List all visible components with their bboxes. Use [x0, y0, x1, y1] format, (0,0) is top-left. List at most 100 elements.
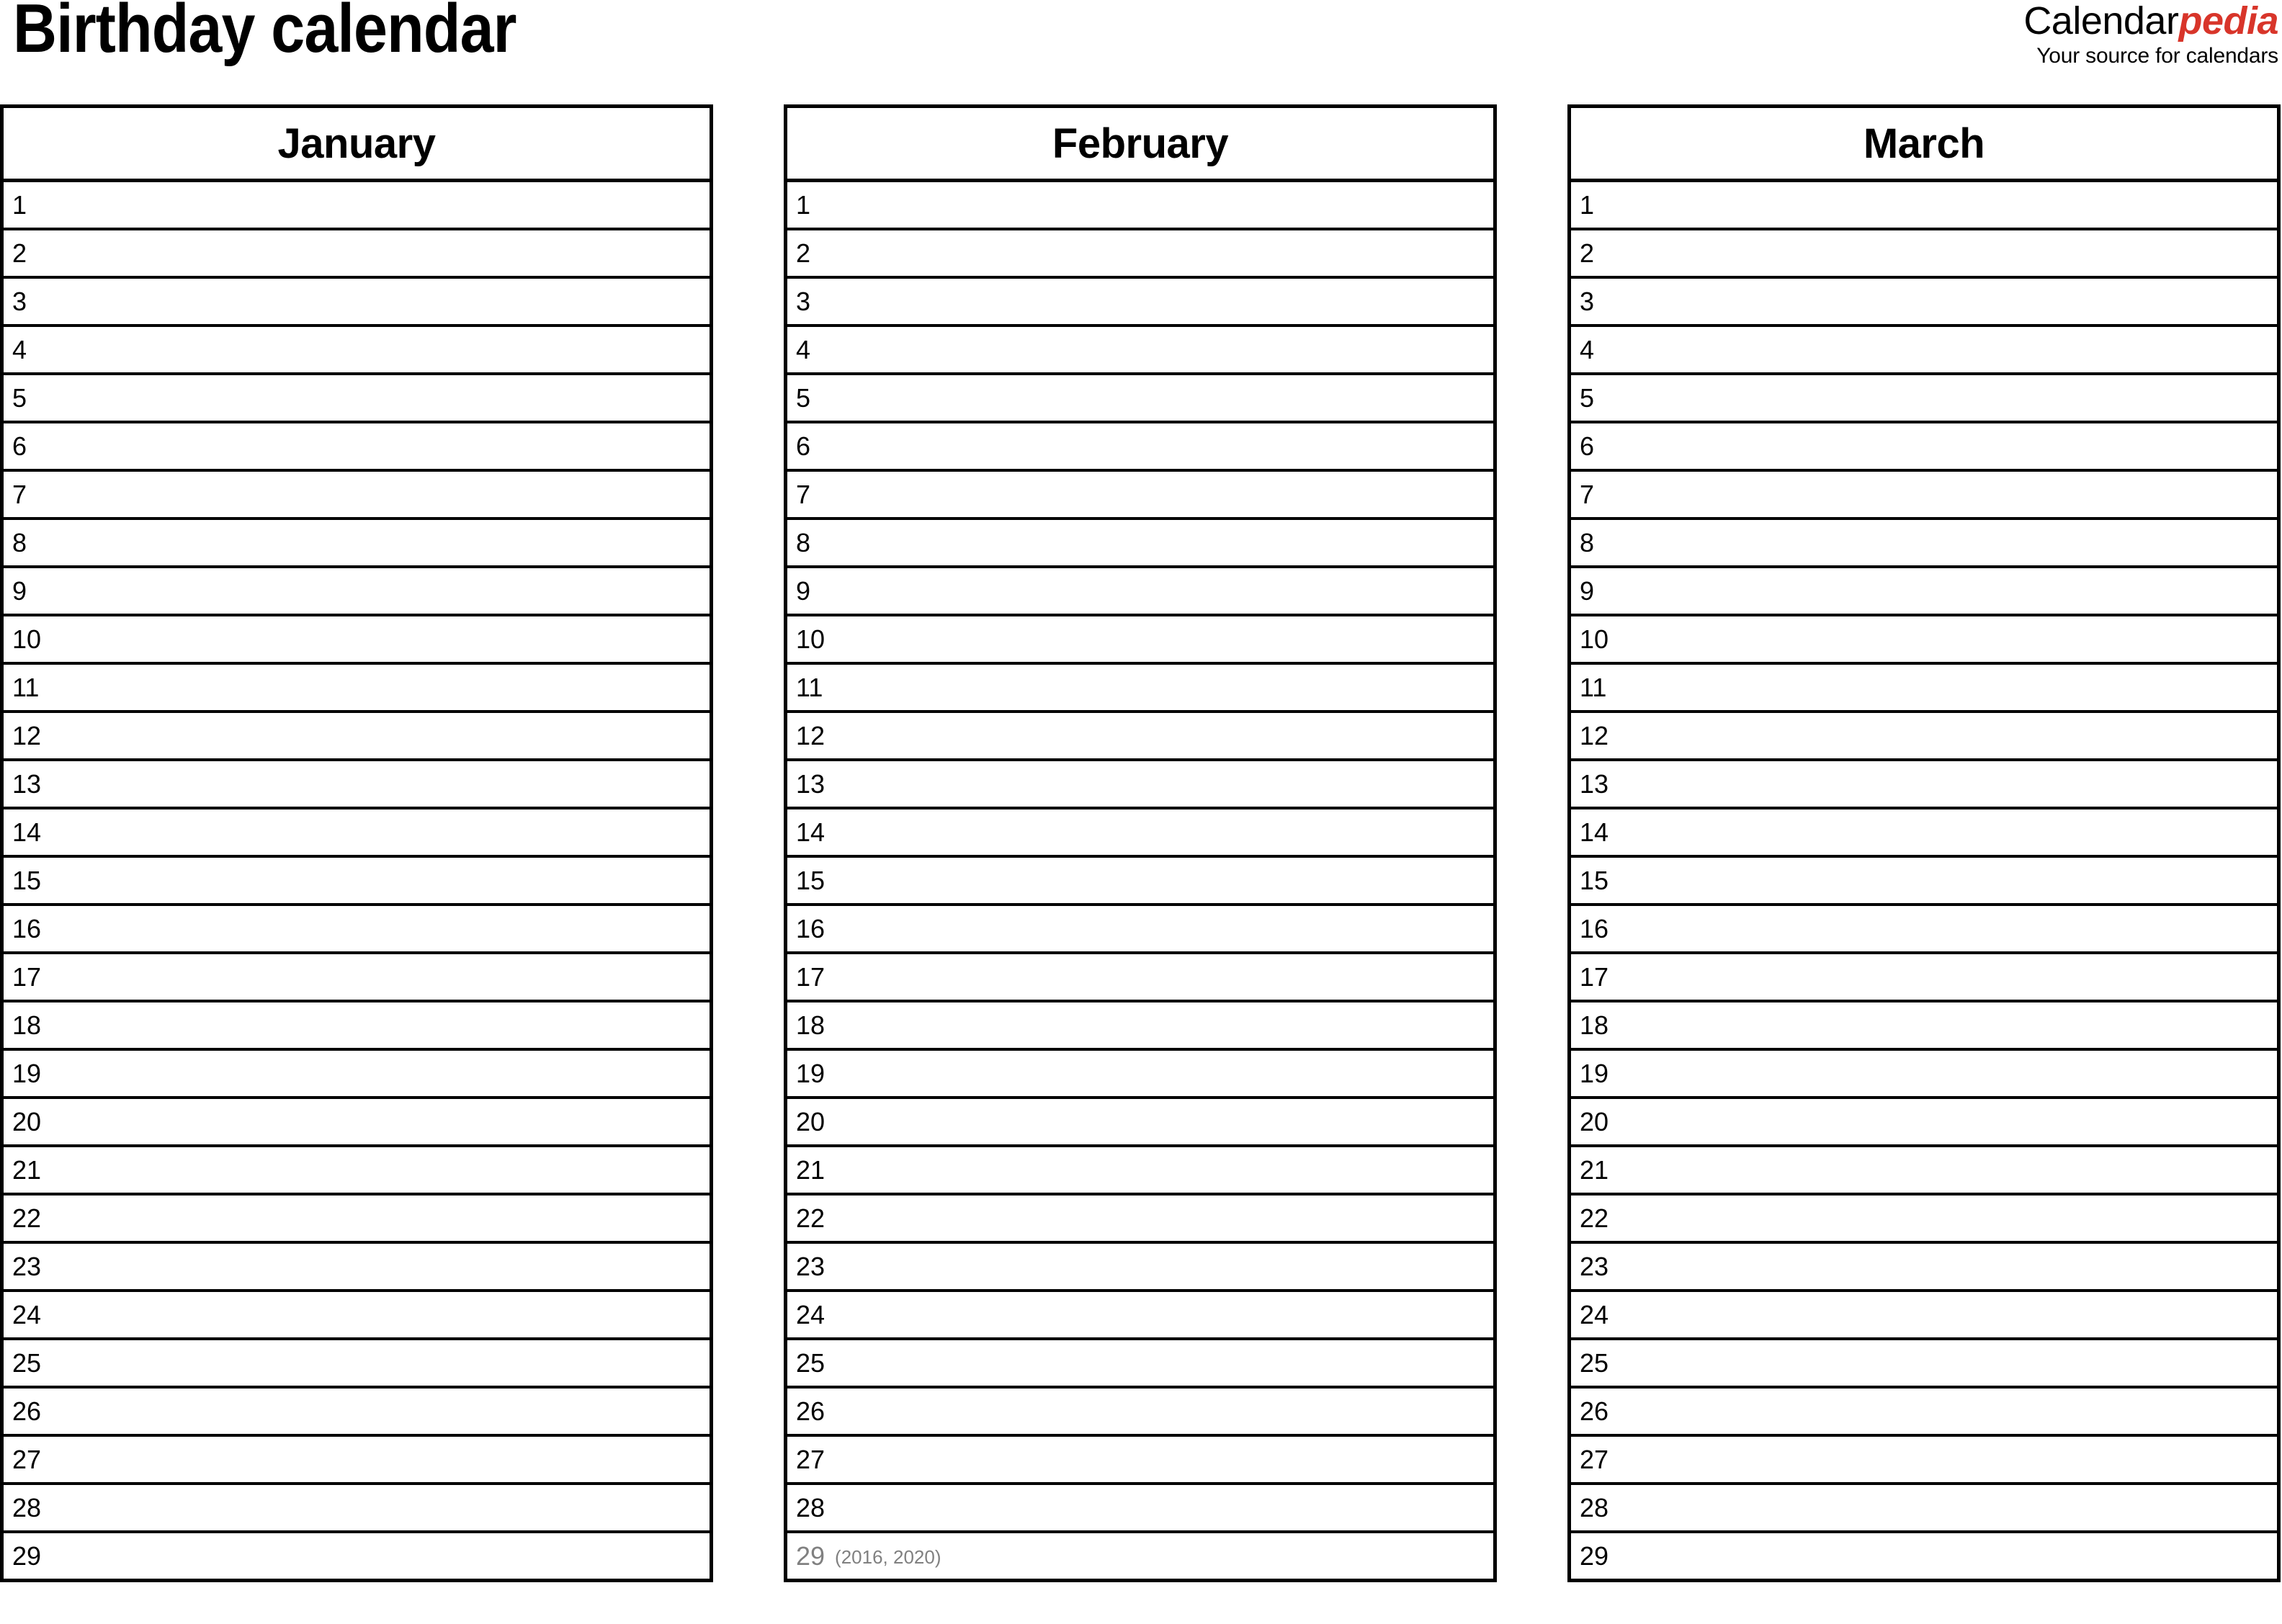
day-entry-cell[interactable]: 16 — [1, 905, 712, 954]
day-row[interactable]: 28 — [1, 1484, 712, 1533]
day-entry-cell[interactable]: 6 — [1, 422, 712, 472]
day-row[interactable]: 9 — [1569, 567, 2279, 616]
day-row[interactable]: 25 — [785, 1339, 1495, 1389]
day-entry-cell[interactable]: 15 — [1, 856, 712, 906]
day-entry-cell[interactable]: 4 — [1569, 326, 2279, 375]
day-row[interactable]: 7 — [785, 470, 1495, 520]
day-row[interactable]: 24 — [1569, 1291, 2279, 1340]
day-entry-cell[interactable]: 3 — [1, 277, 712, 327]
day-row[interactable]: 21 — [1, 1146, 712, 1195]
day-row[interactable]: 27 — [1569, 1435, 2279, 1485]
day-row[interactable]: 15 — [1, 856, 712, 906]
day-entry-cell[interactable]: 15 — [785, 856, 1495, 906]
day-row[interactable]: 14 — [1569, 808, 2279, 858]
day-row[interactable]: 22 — [1, 1194, 712, 1244]
day-row[interactable]: 8 — [785, 519, 1495, 568]
day-entry-cell[interactable]: 19 — [1569, 1049, 2279, 1099]
day-entry-cell[interactable]: 6 — [785, 422, 1495, 472]
day-entry-cell[interactable]: 25 — [785, 1339, 1495, 1389]
day-row[interactable]: 5 — [1569, 374, 2279, 423]
day-row[interactable]: 16 — [785, 905, 1495, 954]
day-row[interactable]: 23 — [1, 1242, 712, 1292]
day-row[interactable]: 29 — [1569, 1532, 2279, 1582]
day-row[interactable]: 10 — [1, 615, 712, 665]
day-entry-cell[interactable]: 8 — [785, 519, 1495, 568]
day-row[interactable]: 7 — [1569, 470, 2279, 520]
day-row[interactable]: 2 — [1, 229, 712, 279]
day-entry-cell[interactable]: 27 — [1, 1435, 712, 1485]
day-row[interactable]: 4 — [1569, 326, 2279, 375]
day-entry-cell[interactable]: 5 — [1569, 374, 2279, 423]
day-row[interactable]: 8 — [1, 519, 712, 568]
day-row[interactable]: 29 — [1, 1532, 712, 1582]
day-entry-cell[interactable]: 6 — [1569, 422, 2279, 472]
day-row[interactable]: 19 — [1, 1049, 712, 1099]
day-entry-cell[interactable]: 11 — [1, 663, 712, 713]
day-row[interactable]: 1 — [785, 180, 1495, 230]
day-entry-cell[interactable]: 23 — [785, 1242, 1495, 1292]
day-entry-cell[interactable]: 11 — [785, 663, 1495, 713]
day-row[interactable]: 13 — [785, 760, 1495, 809]
day-entry-cell[interactable]: 18 — [1569, 1001, 2279, 1051]
day-row[interactable]: 12 — [785, 712, 1495, 761]
day-row[interactable]: 16 — [1569, 905, 2279, 954]
day-row[interactable]: 14 — [1, 808, 712, 858]
day-row[interactable]: 9 — [785, 567, 1495, 616]
day-row[interactable]: 4 — [1, 326, 712, 375]
day-row[interactable]: 28 — [785, 1484, 1495, 1533]
day-entry-cell[interactable]: 20 — [1569, 1098, 2279, 1147]
day-entry-cell[interactable]: 5 — [785, 374, 1495, 423]
day-row[interactable]: 10 — [785, 615, 1495, 665]
day-row[interactable]: 20 — [1569, 1098, 2279, 1147]
day-row[interactable]: 2 — [1569, 229, 2279, 279]
day-row[interactable]: 23 — [1569, 1242, 2279, 1292]
day-entry-cell[interactable]: 21 — [785, 1146, 1495, 1195]
day-entry-cell[interactable]: 7 — [785, 470, 1495, 520]
day-row[interactable]: 1 — [1, 180, 712, 230]
day-entry-cell[interactable]: 13 — [1, 760, 712, 809]
day-entry-cell[interactable]: 16 — [785, 905, 1495, 954]
day-entry-cell[interactable]: 10 — [1569, 615, 2279, 665]
day-row[interactable]: 20 — [1, 1098, 712, 1147]
day-entry-cell[interactable]: 21 — [1, 1146, 712, 1195]
day-entry-cell[interactable]: 23 — [1, 1242, 712, 1292]
day-entry-cell[interactable]: 19 — [1, 1049, 712, 1099]
day-entry-cell[interactable]: 8 — [1569, 519, 2279, 568]
day-row[interactable]: 21 — [1569, 1146, 2279, 1195]
day-entry-cell[interactable]: 14 — [1, 808, 712, 858]
day-row[interactable]: 5 — [1, 374, 712, 423]
day-entry-cell[interactable]: 28 — [1, 1484, 712, 1533]
day-entry-cell[interactable]: 23 — [1569, 1242, 2279, 1292]
day-entry-cell[interactable]: 9 — [1, 567, 712, 616]
day-entry-cell[interactable]: 17 — [785, 953, 1495, 1002]
day-entry-cell[interactable]: 3 — [785, 277, 1495, 327]
day-row[interactable]: 18 — [785, 1001, 1495, 1051]
day-entry-cell[interactable]: 7 — [1, 470, 712, 520]
day-row[interactable]: 24 — [785, 1291, 1495, 1340]
day-entry-cell[interactable]: 4 — [1, 326, 712, 375]
day-entry-cell[interactable]: 14 — [785, 808, 1495, 858]
day-entry-cell[interactable]: 3 — [1569, 277, 2279, 327]
day-entry-cell[interactable]: 22 — [785, 1194, 1495, 1244]
day-entry-cell[interactable]: 10 — [785, 615, 1495, 665]
day-entry-cell[interactable]: 7 — [1569, 470, 2279, 520]
day-row[interactable]: 26 — [1569, 1387, 2279, 1437]
day-entry-cell[interactable]: 25 — [1569, 1339, 2279, 1389]
day-row[interactable]: 12 — [1, 712, 712, 761]
day-row[interactable]: 17 — [785, 953, 1495, 1002]
day-entry-cell[interactable]: 22 — [1, 1194, 712, 1244]
day-row[interactable]: 12 — [1569, 712, 2279, 761]
day-entry-cell[interactable]: 26 — [1, 1387, 712, 1437]
day-entry-cell[interactable]: 25 — [1, 1339, 712, 1389]
day-row[interactable]: 25 — [1, 1339, 712, 1389]
day-row[interactable]: 18 — [1, 1001, 712, 1051]
day-entry-cell[interactable]: 26 — [1569, 1387, 2279, 1437]
day-row[interactable]: 27 — [785, 1435, 1495, 1485]
day-entry-cell[interactable]: 26 — [785, 1387, 1495, 1437]
day-entry-cell[interactable]: 21 — [1569, 1146, 2279, 1195]
day-entry-cell[interactable]: 2 — [785, 229, 1495, 279]
day-entry-cell[interactable]: 24 — [785, 1291, 1495, 1340]
day-entry-cell[interactable]: 13 — [785, 760, 1495, 809]
day-row[interactable]: 21 — [785, 1146, 1495, 1195]
day-entry-cell[interactable]: 13 — [1569, 760, 2279, 809]
